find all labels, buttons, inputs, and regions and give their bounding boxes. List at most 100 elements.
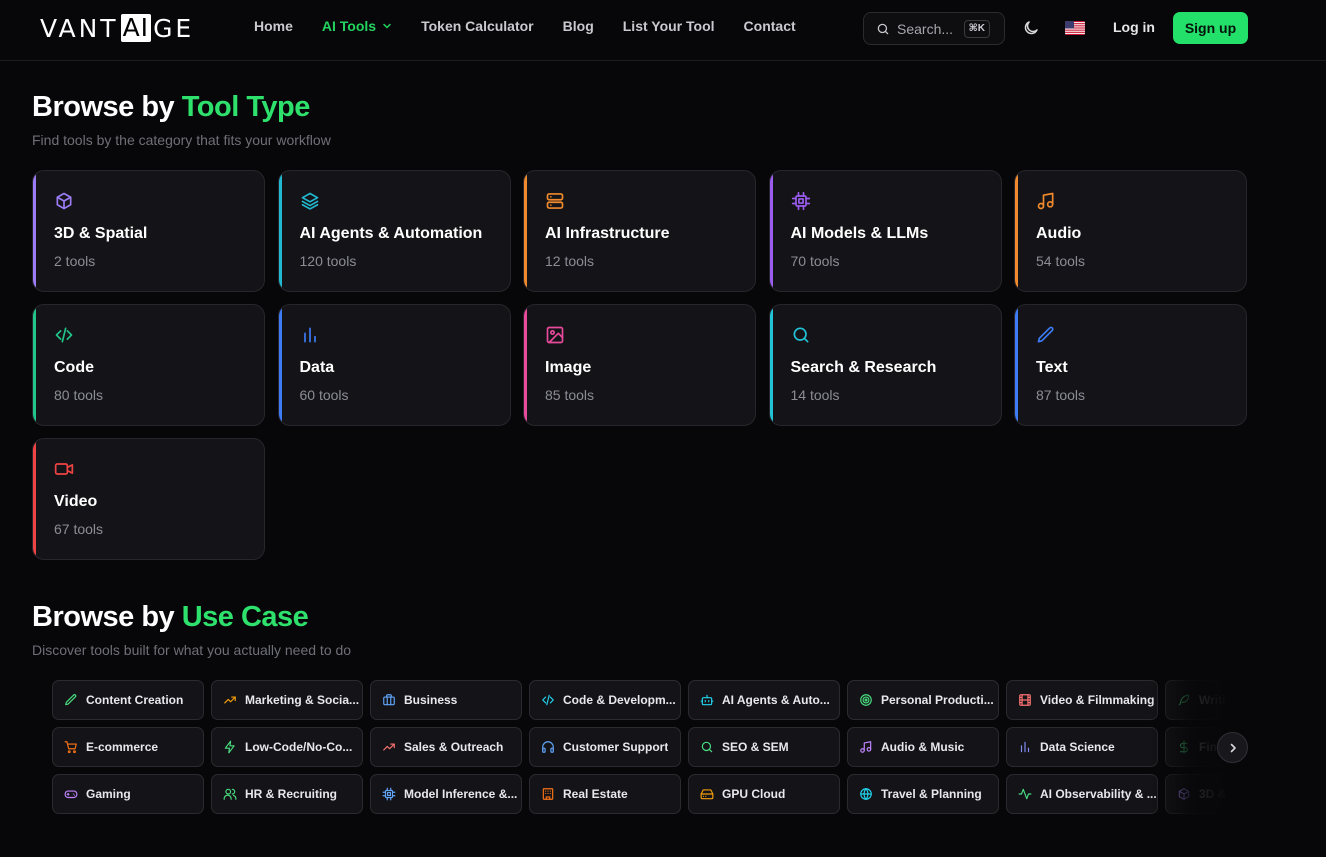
use-case-chip[interactable]: Low-Code/No-Co... [211,727,363,767]
us-flag-icon[interactable] [1065,21,1085,35]
search-icon [701,741,713,753]
use-case-chip-label: Business [404,693,458,707]
nav-list-your-tool[interactable]: List Your Tool [623,18,715,34]
use-case-chip[interactable]: Sales & Outreach [370,727,522,767]
use-case-chip[interactable]: Real Estate [529,774,681,814]
moon-icon[interactable] [1022,19,1040,37]
tool-type-count: 120 tools [299,253,357,269]
use-case-chip[interactable]: GPU Cloud [688,774,840,814]
nav-ai-tools[interactable]: AI Tools [322,18,392,34]
use-case-chip[interactable]: Model Inference &... [370,774,522,814]
tool-type-title: Browse by Tool Type [32,91,310,124]
signup-button[interactable]: Sign up [1173,12,1248,44]
tool-type-name: Search & Research [790,359,937,376]
music-icon [860,741,872,753]
tool-type-name: Text [1036,359,1068,376]
use-case-chip[interactable]: Code & Developm... [529,680,681,720]
use-case-chip[interactable]: Business [370,680,522,720]
use-case-chip[interactable]: Content Creation [52,680,204,720]
use-case-chip[interactable]: AI Agents & Auto... [688,680,840,720]
card-accent-bar [278,171,282,291]
tool-type-count: 85 tools [545,387,595,403]
login-link[interactable]: Log in [1113,19,1155,35]
top-nav: VANT AI GE Home AI Tools Token Calculator … [0,0,1326,61]
users-icon [223,788,237,800]
layers-icon [301,192,318,210]
bolt-icon [224,740,235,754]
tool-type-count: 67 tools [54,521,104,537]
use-case-chip-label: Customer Support [563,740,669,754]
use-case-chip[interactable]: Marketing & Socia... [211,680,363,720]
code-icon [55,327,73,343]
search-button[interactable]: Search... ⌘K [863,12,1005,45]
use-case-chip[interactable]: Travel & Planning [847,774,999,814]
use-case-chip[interactable]: HR & Recruiting [211,774,363,814]
tool-type-count: 70 tools [790,253,840,269]
building-icon [542,788,554,800]
use-case-chip[interactable]: Writi [1165,680,1228,720]
music-icon [1037,192,1054,210]
scroll-right-button[interactable] [1217,732,1248,763]
use-case-chip-label: Low-Code/No-Co... [245,740,353,754]
feather-icon [1178,694,1190,706]
tool-type-card[interactable]: AI Agents & Automation 120 tools [277,170,511,292]
tool-type-card[interactable]: Image 85 tools [523,304,756,426]
card-accent-bar [524,305,527,425]
use-case-chip[interactable]: Video & Filmmaking [1006,680,1158,720]
card-accent-bar [769,305,773,425]
nav-token-calculator[interactable]: Token Calculator [421,18,534,34]
bot-icon [700,694,714,706]
use-case-chip[interactable]: Data Science [1006,727,1158,767]
logo-text-start: VANT [40,13,119,43]
use-case-chip-label: Marketing & Socia... [245,693,360,707]
use-case-chip-label: Real Estate [563,787,628,801]
cube-icon [1178,788,1190,800]
use-case-chip-label: Travel & Planning [881,787,982,801]
use-case-chip-label: Writi [1199,693,1226,707]
tool-type-card[interactable]: AI Models & LLMs 70 tools [768,170,1002,292]
tool-type-card[interactable]: Data 60 tools [277,304,511,426]
tool-type-name: Audio [1036,225,1082,242]
bar-chart-icon [303,327,316,343]
tool-type-card[interactable]: Text 87 tools [1014,304,1247,426]
use-case-chip-label: AI Agents & Auto... [722,693,830,707]
nav-contact[interactable]: Contact [744,18,796,34]
activity-icon [1018,788,1032,800]
logo-text-box: AI [120,13,152,42]
tool-type-card[interactable]: Video 67 tools [32,438,265,560]
use-case-chip[interactable]: Personal Producti... [847,680,999,720]
use-case-chip[interactable]: 3D & [1165,774,1228,814]
use-case-chip[interactable]: Customer Support [529,727,681,767]
nav-home[interactable]: Home [254,18,293,34]
tool-type-name: Data [299,359,335,376]
use-case-chip-label: E-commerce [86,740,159,754]
server-icon [546,193,564,209]
tool-type-card[interactable]: Code 80 tools [32,304,265,426]
card-accent-bar [33,305,36,425]
logo[interactable]: VANT AI GE [40,13,194,43]
tool-type-count: 60 tools [299,387,349,403]
use-case-chip[interactable]: AI Observability & ... [1006,774,1158,814]
film-icon [1019,694,1031,706]
use-case-chip-label: Data Science [1040,740,1115,754]
nav-ai-tools-label: AI Tools [321,18,377,34]
tool-type-count: 12 tools [545,253,595,269]
trend-up-icon [383,743,395,751]
tool-type-card[interactable]: Audio 54 tools [1014,170,1247,292]
use-case-chip-label: 3D & [1199,787,1227,801]
use-case-title: Browse by Use Case [32,601,309,634]
pen-icon [1037,326,1054,343]
use-case-chip[interactable]: E-commerce [52,727,204,767]
tool-type-card[interactable]: AI Infrastructure 12 tools [523,170,756,292]
tool-type-card[interactable]: 3D & Spatial 2 tools [32,170,265,292]
target-icon [860,694,872,706]
use-case-chip-label: Content Creation [86,693,184,707]
use-case-chip[interactable]: Gaming [52,774,204,814]
tool-type-card[interactable]: Search & Research 14 tools [768,304,1002,426]
use-case-chip[interactable]: Audio & Music [847,727,999,767]
nav-blog[interactable]: Blog [563,18,594,34]
logo-text-end: GE [153,13,195,43]
tool-type-name: Video [54,493,98,510]
use-case-chip[interactable]: SEO & SEM [688,727,840,767]
use-case-chip-label: Code & Developm... [563,693,676,707]
